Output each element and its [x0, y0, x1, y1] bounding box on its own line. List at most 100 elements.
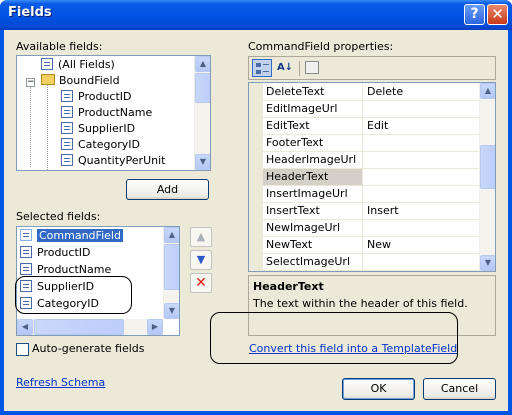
- tree-item-quantityperunit[interactable]: QuantityPerUnit: [61, 153, 165, 169]
- categorized-icon[interactable]: [252, 59, 272, 77]
- available-fields-label: Available fields:: [16, 40, 103, 53]
- vertical-scrollbar[interactable]: ▲ ▼: [479, 83, 495, 271]
- property-value[interactable]: [364, 169, 479, 185]
- selected-fields-label: Selected fields:: [16, 210, 101, 223]
- field-icon: [20, 263, 32, 275]
- dialog-body: Available fields: − (All Fields) BoundFi…: [4, 30, 508, 411]
- property-pages-icon[interactable]: [305, 61, 319, 74]
- property-row[interactable]: SelectImageUrl: [263, 254, 479, 271]
- close-button[interactable]: ✕: [487, 4, 508, 25]
- property-row[interactable]: InsertImageUrl: [263, 186, 479, 203]
- collapse-toggle[interactable]: −: [26, 78, 35, 87]
- property-row[interactable]: InsertText Insert: [263, 203, 479, 220]
- property-value[interactable]: Insert: [364, 203, 479, 219]
- field-icon: [20, 246, 32, 258]
- vertical-scrollbar[interactable]: ▲ ▼: [194, 56, 210, 170]
- scroll-up-arrow[interactable]: ▲: [195, 56, 210, 72]
- help-button[interactable]: ?: [464, 4, 485, 25]
- vertical-scrollbar[interactable]: ▲ ▼: [163, 227, 179, 319]
- property-name: HeaderText: [263, 169, 363, 185]
- tree-item-boundfield[interactable]: BoundField: [41, 73, 120, 89]
- command-field-icon: [20, 229, 32, 241]
- refresh-schema-link[interactable]: Refresh Schema: [16, 376, 105, 389]
- all-fields-icon: [41, 58, 53, 70]
- property-value[interactable]: Edit: [364, 118, 479, 134]
- field-icon: [61, 106, 73, 118]
- property-name: EditText: [263, 118, 363, 134]
- annotation-ellipse: [15, 276, 132, 314]
- property-value[interactable]: New: [364, 237, 479, 253]
- property-name: EditImageUrl: [263, 101, 363, 117]
- field-icon: [61, 90, 73, 102]
- property-value[interactable]: [364, 135, 479, 151]
- property-row[interactable]: EditImageUrl: [263, 101, 479, 118]
- scroll-thumb[interactable]: [195, 73, 210, 103]
- property-value[interactable]: [364, 220, 479, 236]
- property-value[interactable]: [364, 101, 479, 117]
- property-value[interactable]: Delete: [364, 84, 479, 100]
- property-row[interactable]: NewText New: [263, 237, 479, 254]
- scroll-down-arrow[interactable]: ▼: [195, 154, 210, 170]
- tree-item-all-fields[interactable]: (All Fields): [41, 57, 115, 73]
- ok-button[interactable]: OK: [342, 378, 415, 400]
- field-icon: [61, 122, 73, 134]
- window-title: Fields: [8, 5, 52, 20]
- convert-templatefield-link[interactable]: Convert this field into a TemplateField: [249, 342, 457, 355]
- tree-item-categoryid[interactable]: CategoryID: [61, 137, 140, 153]
- move-up-button[interactable]: ▲: [190, 227, 212, 247]
- property-value[interactable]: [364, 254, 479, 270]
- list-item-commandfield[interactable]: CommandField: [20, 228, 123, 244]
- property-name: NewText: [263, 237, 363, 253]
- cancel-button[interactable]: Cancel: [423, 378, 496, 400]
- field-icon: [61, 154, 73, 166]
- property-name: SelectImageUrl: [263, 254, 363, 270]
- property-row[interactable]: HeaderText: [263, 169, 479, 186]
- property-toolbar: A↓: [248, 56, 496, 80]
- property-name: HeaderImageUrl: [263, 152, 363, 168]
- scroll-thumb[interactable]: [164, 244, 179, 290]
- property-row[interactable]: EditText Edit: [263, 118, 479, 135]
- tree-item-productid[interactable]: ProductID: [61, 89, 131, 105]
- scroll-down-arrow[interactable]: ▼: [164, 303, 179, 319]
- property-row[interactable]: DeleteText Delete: [263, 84, 479, 101]
- horizontal-scrollbar[interactable]: ◀ ▶: [17, 319, 163, 335]
- property-name: NewImageUrl: [263, 220, 363, 236]
- annotation-rectangle: [210, 312, 458, 364]
- property-row[interactable]: HeaderImageUrl: [263, 152, 479, 169]
- scroll-left-arrow[interactable]: ◀: [17, 319, 33, 335]
- property-name: DeleteText: [263, 84, 363, 100]
- delete-field-button[interactable]: ✕: [190, 273, 212, 293]
- tree-line: [30, 87, 31, 167]
- available-fields-tree[interactable]: − (All Fields) BoundField ProductID Prod…: [16, 55, 211, 171]
- description-text: The text within the header of this field…: [253, 297, 468, 310]
- move-down-button[interactable]: ▼: [190, 250, 212, 270]
- property-grid[interactable]: DeleteText Delete EditImageUrl EditText Edit…: [248, 82, 496, 272]
- title-bar[interactable]: Fields ? ✕: [0, 0, 512, 30]
- fields-dialog: Fields ? ✕ Available fields: − (All Fiel…: [0, 0, 512, 415]
- property-name: FooterText: [263, 135, 363, 151]
- scroll-thumb[interactable]: [480, 145, 495, 189]
- scroll-up-arrow[interactable]: ▲: [164, 227, 179, 243]
- property-row[interactable]: NewImageUrl: [263, 220, 479, 237]
- scroll-down-arrow[interactable]: ▼: [480, 255, 495, 271]
- property-row[interactable]: FooterText: [263, 135, 479, 152]
- scroll-thumb[interactable]: [34, 319, 124, 335]
- property-value[interactable]: [364, 152, 479, 168]
- scroll-right-arrow[interactable]: ▶: [147, 319, 163, 335]
- property-value[interactable]: [364, 186, 479, 202]
- alphabetical-icon[interactable]: A↓: [275, 59, 295, 77]
- field-icon: [61, 138, 73, 150]
- property-name: InsertText: [263, 203, 363, 219]
- description-title: HeaderText: [253, 280, 324, 293]
- property-gutter: [249, 83, 263, 271]
- scroll-up-arrow[interactable]: ▲: [480, 83, 495, 99]
- properties-label: CommandField properties:: [248, 40, 394, 53]
- folder-icon: [41, 74, 55, 85]
- add-button[interactable]: Add: [126, 179, 209, 200]
- auto-generate-checkbox[interactable]: [16, 343, 29, 356]
- auto-generate-label: Auto-generate fields: [32, 342, 145, 355]
- tree-line: [47, 79, 48, 170]
- tree-item-productname[interactable]: ProductName: [61, 105, 152, 121]
- list-item-productid[interactable]: ProductID: [20, 245, 90, 261]
- tree-item-supplierid[interactable]: SupplierID: [61, 121, 135, 137]
